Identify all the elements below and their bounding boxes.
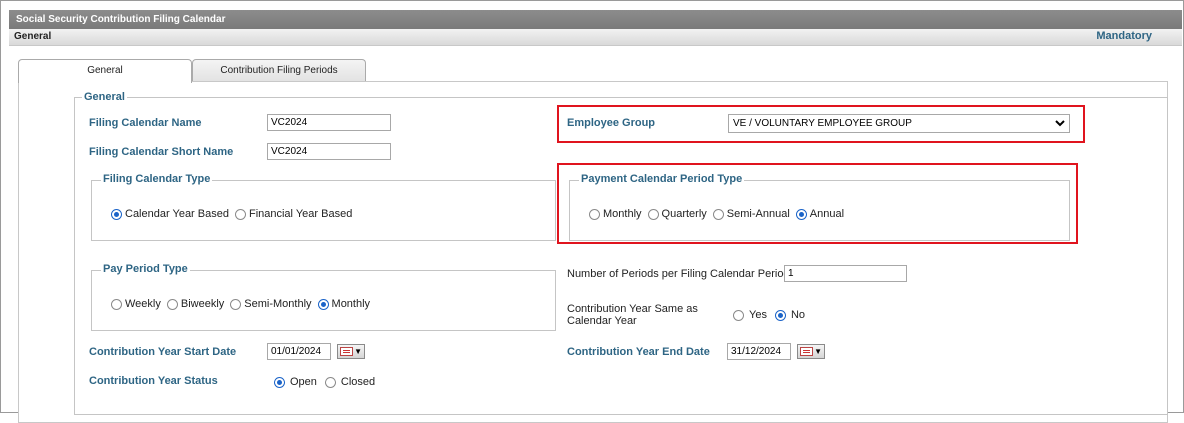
contribution-year-end-date-label: Contribution Year End Date — [567, 346, 710, 358]
radio-unselected-icon — [111, 298, 122, 310]
contribution-year-status-label: Contribution Year Status — [89, 375, 218, 387]
radio-annual[interactable]: Annual — [795, 208, 844, 220]
contribution-year-same-label-line1: Contribution Year Same as — [567, 303, 698, 315]
tab-general[interactable]: General — [18, 59, 192, 83]
number-of-periods-input[interactable] — [784, 265, 907, 282]
pay-period-type-legend: Pay Period Type — [101, 263, 190, 275]
radio-biweekly[interactable]: Biweekly — [166, 298, 224, 310]
contribution-year-same-label-line2: Calendar Year — [567, 315, 637, 327]
employee-group-label: Employee Group — [567, 117, 656, 129]
start-date-calendar-button[interactable]: ▼ — [337, 344, 365, 359]
filing-calendar-name-input[interactable] — [267, 114, 391, 131]
radio-pay-monthly[interactable]: Monthly — [317, 298, 370, 310]
filing-calendar-type-legend: Filing Calendar Type — [101, 173, 213, 185]
radio-closed[interactable]: Closed — [324, 376, 375, 388]
radio-unselected-icon — [166, 298, 178, 310]
radio-monthly[interactable]: Monthly — [589, 208, 642, 220]
radio-selected-icon — [111, 208, 122, 220]
radio-unselected-icon — [589, 208, 600, 220]
section-label: General — [14, 31, 52, 42]
calendar-icon — [800, 347, 813, 356]
radio-unselected-icon — [712, 208, 724, 220]
section-header: General Mandatory — [9, 29, 1182, 46]
filing-calendar-type-options: Calendar Year Based Financial Year Based — [111, 208, 358, 220]
chevron-down-icon — [1055, 115, 1065, 138]
radio-selected-icon — [317, 298, 329, 310]
radio-no[interactable]: No — [774, 309, 805, 321]
tab-contribution-filing-periods[interactable]: Contribution Filing Periods — [192, 59, 366, 82]
contribution-year-end-date-input[interactable] — [727, 343, 791, 360]
payment-calendar-period-type-options: Monthly Quarterly Semi-Annual Annual — [589, 208, 850, 220]
radio-weekly[interactable]: Weekly — [111, 298, 161, 310]
radio-unselected-icon — [647, 208, 659, 220]
radio-yes[interactable]: Yes — [733, 309, 767, 321]
payment-calendar-period-type-legend: Payment Calendar Period Type — [579, 173, 745, 185]
filing-calendar-name-label: Filing Calendar Name — [89, 117, 202, 129]
contribution-year-same-options: Yes No — [733, 309, 811, 321]
radio-calendar-year-based[interactable]: Calendar Year Based — [111, 208, 229, 220]
radio-semi-annual[interactable]: Semi-Annual — [712, 208, 790, 220]
chevron-down-icon: ▼ — [814, 347, 822, 356]
contribution-year-start-date-label: Contribution Year Start Date — [89, 346, 237, 358]
contribution-year-start-date-input[interactable] — [267, 343, 331, 360]
mandatory-link[interactable]: Mandatory — [1096, 30, 1152, 42]
radio-quarterly[interactable]: Quarterly — [647, 208, 707, 220]
general-fieldset — [74, 97, 1168, 415]
radio-unselected-icon — [234, 208, 246, 220]
employee-group-value: VE / VOLUNTARY EMPLOYEE GROUP — [733, 118, 912, 129]
employee-group-select[interactable]: VE / VOLUNTARY EMPLOYEE GROUP — [728, 114, 1070, 133]
radio-open[interactable]: Open — [274, 376, 317, 388]
radio-financial-year-based[interactable]: Financial Year Based — [234, 208, 352, 220]
radio-unselected-icon — [230, 298, 242, 310]
radio-selected-icon — [274, 376, 285, 388]
number-of-periods-label: Number of Periods per Filing Calendar Pe… — [567, 268, 790, 280]
radio-selected-icon — [795, 208, 807, 220]
radio-selected-icon — [774, 309, 786, 321]
radio-unselected-icon — [324, 376, 336, 388]
window-titlebar: Social Security Contribution Filing Cale… — [9, 10, 1182, 29]
chevron-down-icon: ▼ — [354, 347, 362, 356]
window-title: Social Security Contribution Filing Cale… — [16, 14, 226, 25]
radio-semi-monthly[interactable]: Semi-Monthly — [230, 298, 312, 310]
filing-calendar-short-name-label: Filing Calendar Short Name — [89, 146, 234, 158]
end-date-calendar-button[interactable]: ▼ — [797, 344, 825, 359]
radio-unselected-icon — [733, 309, 744, 321]
calendar-icon — [340, 347, 353, 356]
pay-period-type-options: Weekly Biweekly Semi-Monthly Monthly — [111, 298, 376, 310]
general-legend: General — [82, 91, 127, 103]
filing-calendar-short-name-input[interactable] — [267, 143, 391, 160]
contribution-year-status-options: Open Closed — [274, 376, 381, 388]
